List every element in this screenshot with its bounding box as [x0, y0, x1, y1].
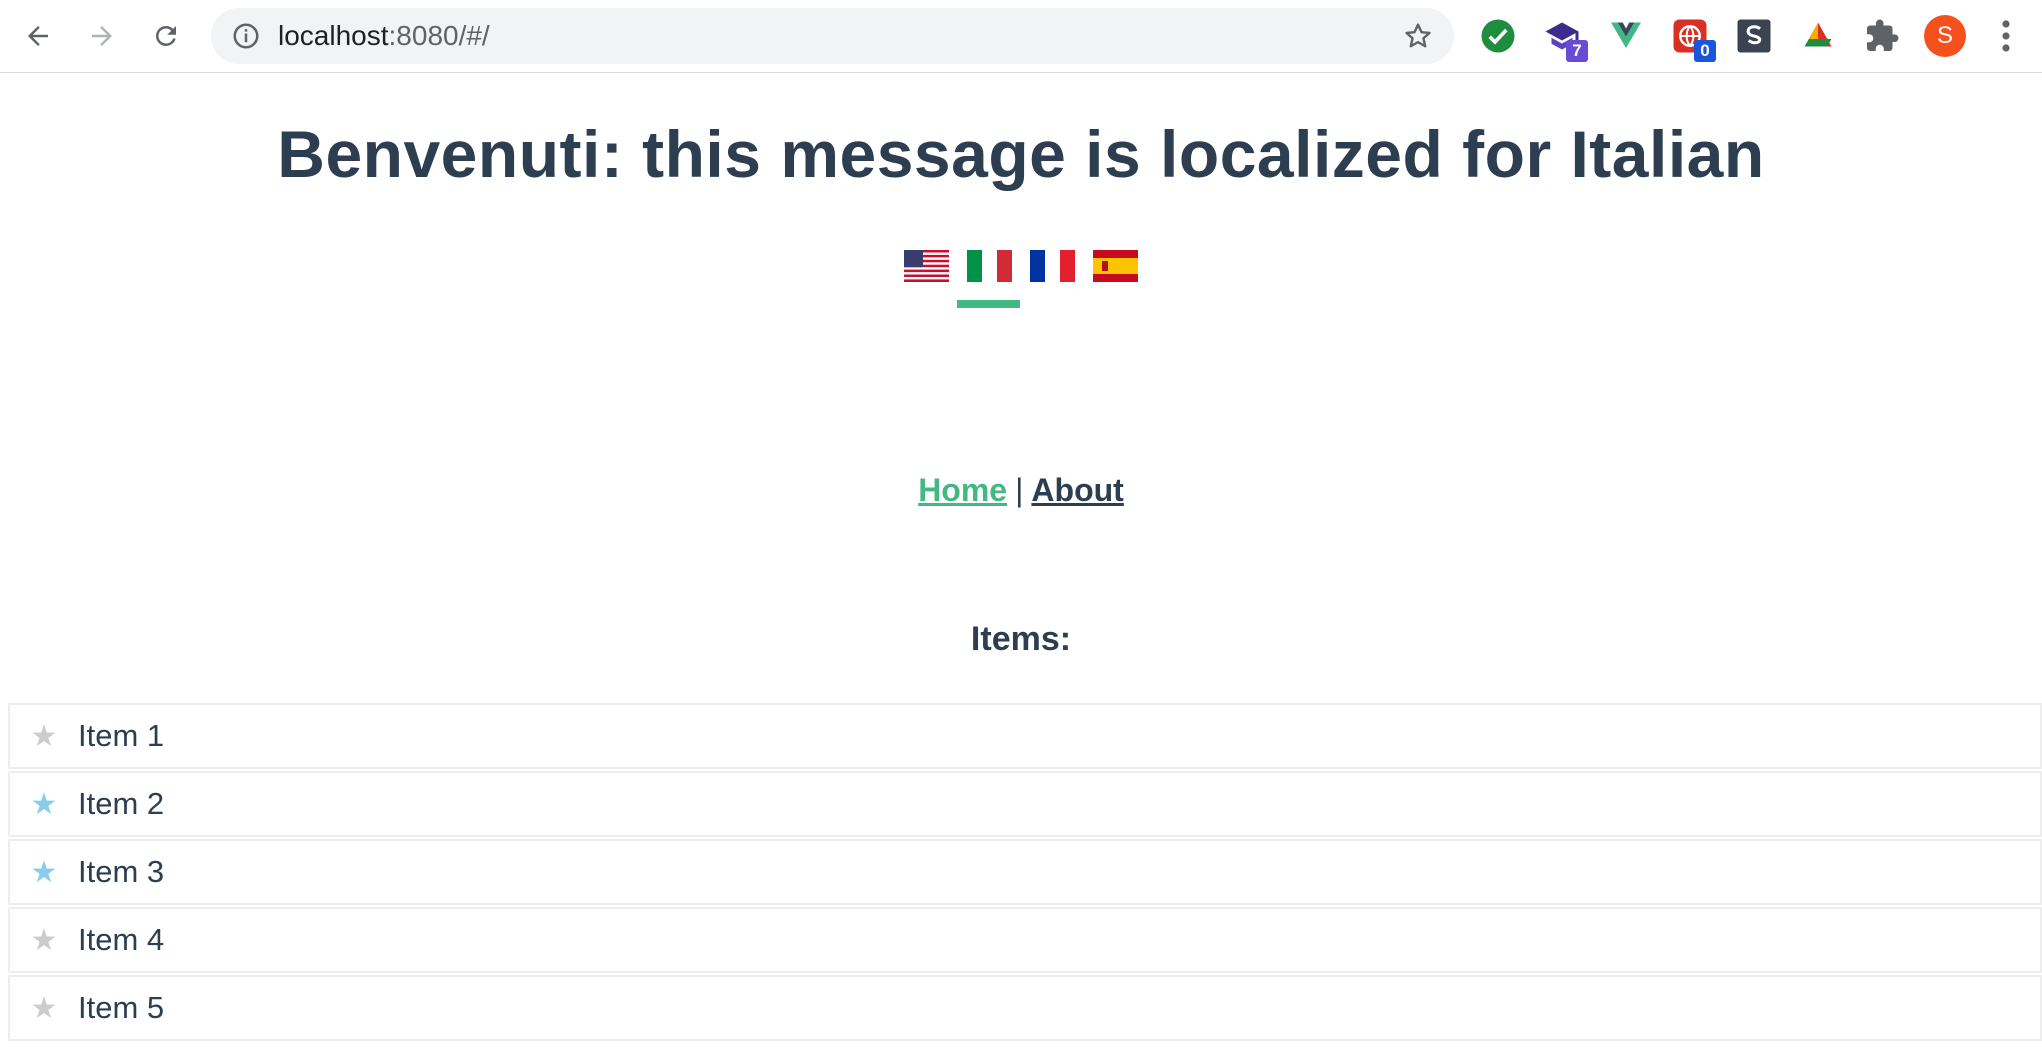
list-item[interactable]: ★ Item 1 — [8, 703, 2042, 769]
router-nav: Home | About — [0, 472, 2042, 509]
profile-avatar[interactable]: S — [1924, 15, 1966, 57]
flag-es-button[interactable] — [1093, 250, 1138, 282]
star-icon[interactable]: ★ — [10, 991, 78, 1026]
list-item[interactable]: ★ Item 2 — [8, 771, 2042, 837]
forward-button[interactable] — [78, 12, 126, 60]
home-link[interactable]: Home — [918, 472, 1007, 508]
nav-separator: | — [1015, 472, 1024, 508]
vue-logo-icon — [1611, 22, 1641, 48]
red-globe-extension[interactable]: 0 — [1670, 16, 1716, 62]
address-bar[interactable]: localhost:8080/#/ — [211, 8, 1454, 64]
item-label: Item 1 — [78, 718, 165, 753]
reload-icon — [156, 25, 176, 46]
url-path: :8080/#/ — [388, 20, 490, 51]
flag-fr-button[interactable] — [1030, 250, 1075, 282]
flag-it-button[interactable] — [957, 250, 1020, 308]
info-icon[interactable] — [231, 21, 261, 51]
s-letter-icon — [1737, 19, 1771, 53]
list-item[interactable]: ★ Item 4 — [8, 907, 2042, 973]
star-icon[interactable]: ★ — [10, 787, 78, 822]
extension-badge: 0 — [1694, 40, 1716, 62]
url-host: localhost — [278, 20, 389, 51]
list-item[interactable]: ★ Item 5 — [8, 975, 2042, 1041]
drive-triangle-icon — [1804, 22, 1832, 47]
back-button[interactable] — [14, 12, 62, 60]
more-menu-icon[interactable] — [1998, 18, 2014, 54]
s-extension[interactable] — [1734, 16, 1774, 56]
reload-button[interactable] — [142, 12, 190, 60]
graduation-extension[interactable]: 7 — [1542, 16, 1588, 62]
triangle-extension[interactable] — [1798, 16, 1838, 56]
page-title: Benvenuti: this message is localized for… — [277, 117, 1765, 191]
language-switcher — [904, 250, 1138, 308]
item-label: Item 4 — [78, 922, 165, 957]
star-icon[interactable]: ★ — [10, 855, 78, 890]
spain-flag-icon — [1093, 250, 1138, 282]
browser-toolbar: localhost:8080/#/ 7 0 S — [0, 0, 2042, 73]
check-circle-icon — [1481, 19, 1515, 53]
us-flag-icon — [904, 250, 949, 282]
extension-badge: 7 — [1566, 40, 1588, 62]
star-icon[interactable]: ★ — [10, 719, 78, 754]
about-link[interactable]: About — [1031, 472, 1123, 508]
back-arrow-icon — [28, 26, 48, 46]
list-item[interactable]: ★ Item 3 — [8, 839, 2042, 905]
flag-en-button[interactable] — [904, 250, 949, 282]
italy-flag-icon — [967, 250, 1012, 282]
forward-arrow-icon — [92, 26, 112, 46]
bookmark-star-icon[interactable] — [1402, 20, 1434, 52]
item-list: ★ Item 1 ★ Item 2 ★ Item 3 ★ Item 4 ★ It… — [8, 703, 2042, 1043]
france-flag-icon — [1030, 250, 1075, 282]
star-icon[interactable]: ★ — [10, 923, 78, 958]
item-label: Item 2 — [78, 786, 165, 821]
page-content: Benvenuti: this message is localized for… — [0, 74, 2042, 1064]
extensions-menu-button[interactable] — [1862, 16, 1902, 56]
puzzle-piece-icon — [1867, 19, 1899, 51]
item-label: Item 3 — [78, 854, 165, 889]
item-label: Item 5 — [78, 990, 165, 1025]
vue-devtools-extension[interactable] — [1606, 16, 1646, 56]
items-heading: Items: — [970, 620, 1072, 658]
url-text: localhost:8080/#/ — [278, 8, 490, 64]
check-extension[interactable] — [1478, 16, 1518, 56]
